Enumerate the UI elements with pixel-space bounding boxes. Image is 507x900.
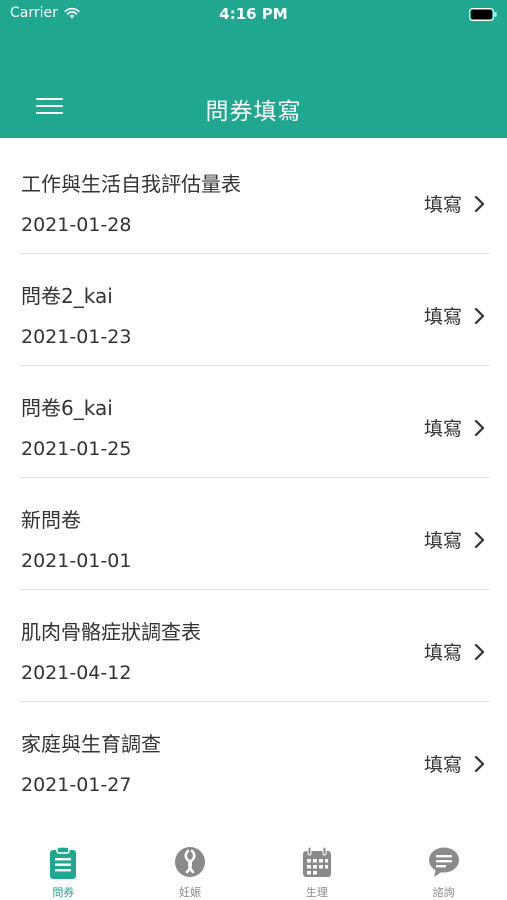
questionnaire-date: 2021-01-27	[21, 774, 132, 796]
questionnaire-title: 問卷6_kai	[21, 396, 113, 420]
chevron-right-icon	[474, 755, 485, 773]
fill-in-label: 填寫	[423, 306, 462, 328]
questionnaire-list: 工作與生活自我評估量表 2021-01-28 填寫 問卷2_kai 2021-0…	[0, 142, 507, 814]
fill-in-button[interactable]: 填寫	[424, 638, 485, 665]
app-screen: Carrier 4:16 PM 問券填寫 工作與生活自我評估量表 2021-01…	[0, 0, 507, 900]
tab-label: 諮詢	[432, 886, 455, 899]
page-title: 問券填寫	[205, 99, 302, 125]
calendar-icon	[301, 846, 333, 878]
questionnaire-row-3[interactable]: 問卷6_kai 2021-01-25 填寫	[0, 366, 507, 478]
tab-consultation[interactable]: 諮詢	[380, 836, 507, 900]
tab-bar: 問券 妊娠 生理 諮詢	[0, 836, 507, 900]
tab-pregnancy[interactable]: 妊娠	[127, 836, 254, 900]
tab-questionnaire[interactable]: 問券	[0, 836, 127, 900]
fill-in-label: 填寫	[423, 642, 462, 664]
questionnaire-row-1[interactable]: 工作與生活自我評估量表 2021-01-28 填寫	[0, 142, 507, 254]
questionnaire-date: 2021-04-12	[21, 662, 132, 684]
fill-in-label: 填寫	[423, 418, 462, 440]
fill-in-label: 填寫	[423, 194, 462, 216]
tab-label: 問券	[52, 886, 75, 899]
chat-bubble-icon	[428, 846, 460, 878]
pregnancy-icon	[174, 846, 206, 878]
status-time: 4:16 PM	[219, 5, 288, 23]
chevron-right-icon	[474, 419, 485, 437]
questionnaire-title: 問卷2_kai	[21, 284, 113, 308]
fill-in-button[interactable]: 填寫	[424, 526, 485, 553]
questionnaire-date: 2021-01-25	[21, 438, 132, 460]
fill-in-button[interactable]: 填寫	[424, 750, 485, 777]
questionnaire-title: 工作與生活自我評估量表	[21, 172, 241, 196]
questionnaire-date: 2021-01-23	[21, 326, 132, 348]
battery-icon	[469, 6, 497, 25]
tab-label: 生理	[305, 886, 328, 899]
chevron-right-icon	[474, 643, 485, 661]
tab-physiology[interactable]: 生理	[254, 836, 381, 900]
questionnaire-date: 2021-01-28	[21, 214, 132, 236]
chevron-right-icon	[474, 307, 485, 325]
questionnaire-row-5[interactable]: 肌肉骨骼症狀調查表 2021-04-12 填寫	[0, 590, 507, 702]
chevron-right-icon	[474, 531, 485, 549]
fill-in-button[interactable]: 填寫	[424, 190, 485, 217]
fill-in-button[interactable]: 填寫	[424, 302, 485, 329]
tab-label: 妊娠	[179, 886, 202, 899]
questionnaire-title: 肌肉骨骼症狀調查表	[21, 620, 201, 644]
fill-in-label: 填寫	[423, 530, 462, 552]
questionnaire-row-4[interactable]: 新問卷 2021-01-01 填寫	[0, 478, 507, 590]
fill-in-label: 填寫	[423, 754, 462, 776]
clipboard-icon	[48, 846, 78, 880]
questionnaire-title: 家庭與生育調查	[21, 732, 161, 756]
fill-in-button[interactable]: 填寫	[424, 414, 485, 441]
questionnaire-row-6[interactable]: 家庭與生育調查 2021-01-27 填寫	[0, 702, 507, 814]
header: Carrier 4:16 PM 問券填寫	[0, 0, 507, 138]
questionnaire-date: 2021-01-01	[21, 550, 132, 572]
chevron-right-icon	[474, 195, 485, 213]
status-bar: Carrier 4:16 PM	[0, 0, 507, 28]
questionnaire-row-2[interactable]: 問卷2_kai 2021-01-23 填寫	[0, 254, 507, 366]
questionnaire-title: 新問卷	[21, 508, 81, 532]
